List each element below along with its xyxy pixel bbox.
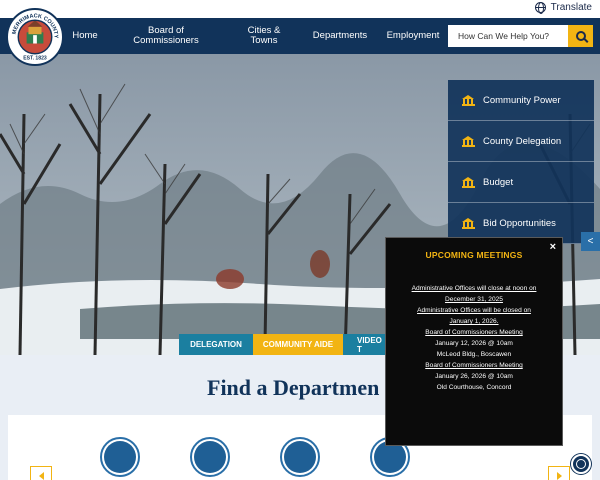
main-nav: Home Board of Commissioners Cities & Tow… xyxy=(0,18,600,54)
bank-icon xyxy=(462,176,475,188)
popup-body: Administrative Offices will close at noo… xyxy=(394,283,554,393)
meeting-location: Old Courthouse, Concord xyxy=(436,384,512,391)
nav-employment[interactable]: Employment xyxy=(384,18,442,54)
nav-departments[interactable]: Departments xyxy=(308,18,372,54)
meeting-date: January 26, 2026 @ 10am xyxy=(435,373,513,380)
quick-link-county-delegation[interactable]: County Delegation xyxy=(448,121,594,162)
chevron-right-icon xyxy=(556,472,562,480)
seal-est: EST. 1823 xyxy=(23,55,47,61)
department-item[interactable] xyxy=(100,437,140,477)
translate-label: Translate xyxy=(550,2,592,13)
county-seal-logo[interactable]: MERRIMACK COUNTY NH EST. 1823 xyxy=(6,8,64,66)
search-button[interactable] xyxy=(568,25,593,47)
utility-bar: Translate xyxy=(0,0,600,18)
notice-link[interactable]: December 31, 2025 xyxy=(394,294,554,305)
building-icon xyxy=(284,441,316,473)
bank-icon xyxy=(462,135,475,147)
quick-link-label: Budget xyxy=(483,176,514,188)
quick-links-panel: Community Power County Delegation Budget… xyxy=(448,80,594,244)
nav-cities-towns[interactable]: Cities & Towns xyxy=(239,18,289,54)
meeting-location: McLeod Bldg., Boscawen xyxy=(436,351,512,358)
search-input[interactable] xyxy=(448,25,568,47)
bank-icon xyxy=(462,217,475,229)
quick-link-label: Community Power xyxy=(483,94,561,106)
notice-link[interactable]: Administrative Offices will be closed on xyxy=(394,305,554,316)
upcoming-meetings-popup: × UPCOMING MEETINGS Administrative Offic… xyxy=(385,237,563,446)
quick-link-budget[interactable]: Budget xyxy=(448,162,594,203)
department-item[interactable] xyxy=(280,437,320,477)
popup-title: UPCOMING MEETINGS xyxy=(425,250,523,260)
bank-icon xyxy=(462,94,475,106)
globe-icon xyxy=(534,2,546,14)
share-icon: < xyxy=(587,236,594,247)
meeting-link[interactable]: Board of Commissioners Meeting xyxy=(394,360,554,371)
quick-link-label: Bid Opportunities xyxy=(483,217,556,229)
chevron-left-icon xyxy=(38,472,44,480)
department-item[interactable] xyxy=(190,437,230,477)
notice-link[interactable]: January 1, 2026. xyxy=(394,316,554,327)
tab-delegation[interactable]: DELEGATION xyxy=(179,334,253,355)
quick-link-label: County Delegation xyxy=(483,135,562,147)
accessibility-icon xyxy=(576,459,586,469)
tab-community-aide[interactable]: COMMUNITY AIDE xyxy=(253,334,343,355)
tab-video[interactable]: VIDEO T xyxy=(343,334,385,355)
meeting-link[interactable]: Board of Commissioners Meeting xyxy=(394,327,554,338)
share-button[interactable]: < xyxy=(581,232,600,251)
translate-button[interactable]: Translate xyxy=(534,2,592,14)
accessibility-button[interactable] xyxy=(571,454,591,474)
carousel-next-button[interactable] xyxy=(548,466,570,480)
nav-home[interactable]: Home xyxy=(66,18,104,54)
notice-link[interactable]: Administrative Offices will close at noo… xyxy=(394,283,554,294)
carousel-prev-button[interactable] xyxy=(30,466,52,480)
find-department-title: Find a Departmen xyxy=(207,375,380,400)
nav-board-of-commissioners[interactable]: Board of Commissioners xyxy=(128,18,204,54)
meeting-date: January 12, 2026 @ 10am xyxy=(435,340,513,347)
quick-link-community-power[interactable]: Community Power xyxy=(448,80,594,121)
search-icon xyxy=(575,31,586,41)
hand-icon xyxy=(194,441,226,473)
people-icon xyxy=(104,441,136,473)
